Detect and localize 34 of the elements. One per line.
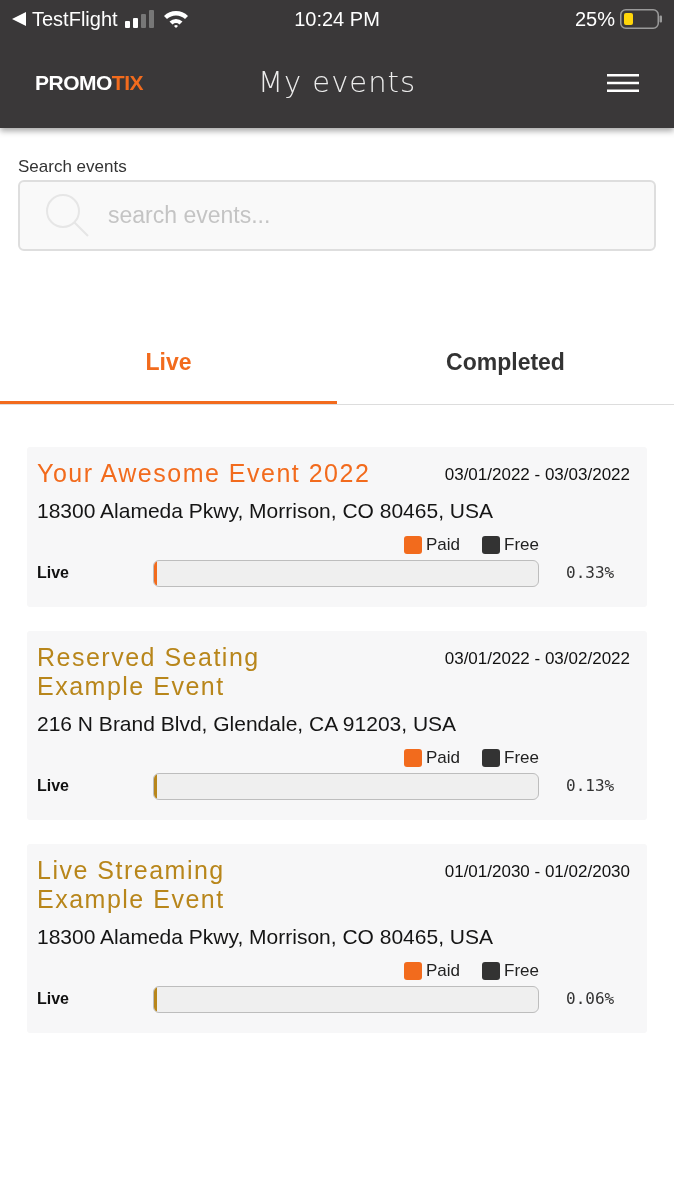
event-dates: 03/01/2022 - 03/02/2022 (444, 648, 630, 670)
event-card[interactable]: Reserved Seating Example Event 03/01/2022 - 03/02/2022 216 N Brand Blvd, Glendale, CA 91203, USA Paid Free Live 0.13% (27, 631, 647, 820)
status-label: Live (37, 988, 70, 1009)
legend-label: Paid (426, 960, 461, 983)
legend-label: Free (504, 960, 539, 983)
status-label: Live (37, 775, 70, 796)
menu-icon (607, 73, 639, 92)
menu-button[interactable] (607, 73, 639, 92)
event-address: 18300 Alameda Pkwy, Morrison, CO 80465, USA (37, 498, 494, 524)
logo-text: PROMOTIX (35, 69, 143, 96)
wifi-icon (162, 9, 189, 28)
legend-label: Paid (426, 534, 461, 557)
back-triangle-icon (12, 11, 26, 26)
tab[interactable]: Completed (337, 321, 674, 404)
event-card[interactable]: Your Awesome Event 2022 03/01/2022 - 03/03/2022 18300 Alameda Pkwy, Morrison, CO 80465, USA Paid Free Live 0.33% (27, 447, 647, 607)
status-time: 10:24 PM (294, 6, 380, 32)
legend-label: Free (504, 534, 539, 557)
percentage-value: 0.33% (565, 561, 616, 584)
event-card[interactable]: Live Streaming Example Event 01/01/2030 - 01/02/2030 18300 Alameda Pkwy, Morrison, CO 80465, USA Paid Free Live 0.06% (27, 844, 647, 1033)
event-address: 216 N Brand Blvd, Glendale, CA 91203, USA (37, 711, 458, 737)
event-dates: 01/01/2030 - 01/02/2030 (444, 861, 630, 883)
status-label: Live (37, 562, 70, 583)
battery-icon (620, 8, 662, 29)
signal-bars-icon (124, 9, 155, 28)
percentage-value: 0.13% (565, 774, 616, 797)
event-address: 18300 Alameda Pkwy, Morrison, CO 80465, USA (37, 924, 494, 950)
back-to-app-button[interactable]: TestFlight (12, 3, 118, 34)
event-dates: 03/01/2022 - 03/03/2022 (444, 464, 630, 486)
percentage-value: 0.06% (565, 987, 616, 1010)
legend-label: Free (504, 747, 539, 770)
battery-percentage: 25% (574, 6, 615, 32)
search-label: Search events (18, 157, 128, 177)
page-title: My events (257, 63, 417, 101)
legend-label: Paid (426, 747, 461, 770)
